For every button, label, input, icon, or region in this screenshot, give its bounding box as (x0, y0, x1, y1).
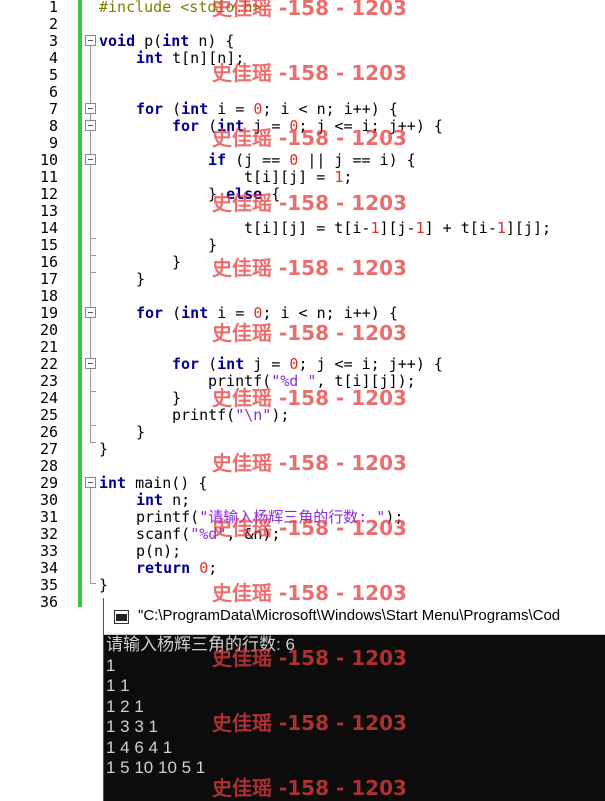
line-number: 23 (39, 372, 58, 390)
code-line-16: } (172, 253, 182, 271)
fold-toggle-icon[interactable] (85, 120, 96, 131)
console-output-line: 1 3 3 1 (106, 717, 158, 736)
line-number: 24 (39, 389, 58, 407)
fold-end-marker (90, 272, 96, 273)
code-line-22: for (int j = 0; j <= i; j++) { (172, 355, 443, 373)
fold-end-marker (90, 442, 96, 443)
fold-guide-line (90, 488, 91, 583)
line-number: 4 (48, 49, 58, 67)
code-line-23: printf("%d ", t[i][j]); (208, 372, 416, 390)
code-line-31: printf("请输入杨辉三角的行数: "); (136, 508, 404, 526)
line-number: 14 (39, 219, 58, 237)
console-output-line: 1 (106, 655, 116, 675)
code-line-10: if (j == 0 || j == i) { (208, 151, 416, 169)
line-number: 5 (48, 66, 58, 84)
line-number-gutter: 1 2 3 4 5 6 7 8 9 10 11 12 13 14 15 16 17 18 19 20 21 22 23 24 2… (0, 0, 78, 801)
line-number: 34 (39, 559, 58, 577)
line-number: 22 (39, 355, 58, 373)
code-line-19: for (int i = 0; i < n; i++) { (136, 304, 398, 322)
code-line-30: int n; (136, 491, 191, 509)
code-line-27: } (99, 440, 109, 458)
fold-toggle-icon[interactable] (85, 358, 96, 369)
fold-toggle-icon[interactable] (85, 154, 96, 165)
line-number: 9 (48, 134, 58, 152)
code-line-7: for (int i = 0; i < n; i++) { (136, 100, 398, 118)
fold-toggle-icon[interactable] (85, 35, 96, 46)
console-output-line: 请输入杨辉三角的行数: 6 (106, 635, 295, 654)
console-output-line: 1 4 6 4 1 (106, 737, 173, 757)
line-number: 28 (39, 457, 58, 475)
console-app-icon (114, 610, 129, 624)
line-number: 12 (39, 185, 58, 203)
line-number: 20 (39, 321, 58, 339)
code-line-12: } else { (208, 185, 281, 203)
code-line-25: printf("\n"); (172, 406, 290, 424)
code-line-8: for (int j = 0; j <= i; j++) { (172, 117, 443, 135)
console-output-line: 1 2 1 (106, 696, 144, 716)
line-number: 19 (39, 304, 58, 322)
line-number: 2 (48, 15, 58, 33)
fold-end-marker (90, 425, 96, 426)
line-number: 15 (39, 236, 58, 254)
line-number: 8 (48, 117, 58, 135)
console-title-bar[interactable]: "C:\ProgramData\Microsoft\Windows\Start … (104, 598, 605, 635)
console-output-line: 1 5 10 10 5 1 (106, 758, 206, 777)
code-line-14: t[i][j] = t[i-1][j-1] + t[i-1][j]; (244, 219, 552, 237)
fold-toggle-icon[interactable] (85, 477, 96, 488)
line-number: 26 (39, 423, 58, 441)
code-line-33: p(n); (136, 542, 182, 560)
line-number: 35 (39, 576, 58, 594)
code-line-17: } (136, 270, 146, 288)
console-output-line: 1 1 (106, 676, 130, 695)
line-number: 11 (39, 168, 58, 186)
code-line-32: scanf("%d", &n); (136, 525, 281, 543)
code-line-26: } (136, 423, 146, 441)
line-number: 21 (39, 338, 58, 356)
line-number: 27 (39, 440, 58, 458)
line-number: 1 (48, 0, 58, 16)
fold-toggle-icon[interactable] (85, 103, 96, 114)
fold-end-marker (90, 238, 96, 239)
line-number: 3 (48, 32, 58, 50)
code-line-24: } (172, 389, 182, 407)
code-line-29: int main() { (99, 474, 208, 492)
line-number: 36 (39, 593, 58, 611)
line-number: 18 (39, 287, 58, 305)
fold-end-marker (90, 255, 96, 256)
line-number: 6 (48, 83, 58, 101)
line-number: 33 (39, 542, 58, 560)
fold-end-marker (90, 391, 96, 392)
line-number: 10 (39, 151, 58, 169)
code-line-1: #include <stdio.h> (99, 0, 262, 16)
code-line-34: return 0; (136, 559, 218, 577)
line-number: 30 (39, 491, 58, 509)
line-number: 31 (39, 508, 58, 526)
code-line-3: void p(int n) { (99, 32, 235, 50)
code-line-11: t[i][j] = 1; (244, 168, 353, 186)
line-number: 32 (39, 525, 58, 543)
console-title: "C:\ProgramData\Microsoft\Windows\Start … (138, 607, 561, 624)
line-number: 25 (39, 406, 58, 424)
line-number: 17 (39, 270, 58, 288)
line-number: 29 (39, 474, 58, 492)
line-number: 13 (39, 202, 58, 220)
fold-end-marker (90, 583, 96, 584)
console-window[interactable]: "C:\ProgramData\Microsoft\Windows\Start … (103, 598, 605, 801)
line-number: 7 (48, 100, 58, 118)
code-line-35: } (99, 576, 109, 594)
code-line-4: int t[n][n]; (136, 49, 245, 67)
code-line-15: } (208, 236, 218, 254)
line-number: 16 (39, 253, 58, 271)
fold-toggle-icon[interactable] (85, 307, 96, 318)
